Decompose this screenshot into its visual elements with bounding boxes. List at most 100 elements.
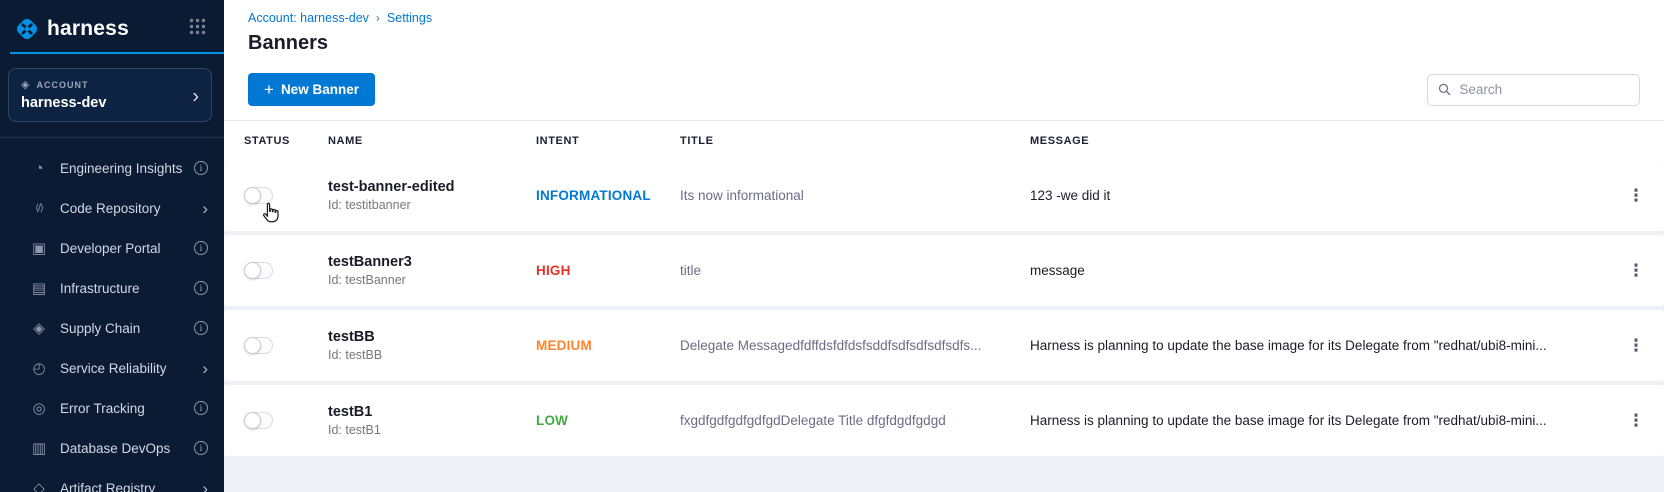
- banners-table: STATUS NAME INTENT TITLE MESSAGE: [224, 120, 1664, 492]
- column-header-status: STATUS: [244, 135, 328, 147]
- banner-name: testBanner3: [328, 254, 536, 270]
- status-toggle[interactable]: [244, 337, 273, 354]
- table-row[interactable]: testBB Id: testBB MEDIUM Delegate Messag…: [224, 310, 1664, 381]
- logo-text: harness: [47, 17, 129, 41]
- sidebar-nav: ◔ Engineering Insights i ⟨/⟩ Code Reposi…: [0, 138, 224, 492]
- name-cell: testBB Id: testBB: [328, 329, 536, 362]
- intent-badge: LOW: [536, 413, 680, 428]
- banner-name: testB1: [328, 404, 536, 420]
- artifact-registry-icon: ◇: [28, 479, 50, 492]
- banner-message: message: [1030, 263, 1608, 278]
- search-input[interactable]: [1459, 82, 1629, 97]
- banner-title: title: [680, 263, 1030, 278]
- toggle-knob: [244, 262, 261, 279]
- status-cell: [244, 262, 328, 279]
- chevron-right-icon: ›: [202, 360, 208, 377]
- sidebar-item-engineering-insights[interactable]: ◔ Engineering Insights i: [0, 148, 224, 188]
- toggle-knob: [244, 412, 261, 429]
- banner-message: 123 -we did it: [1030, 188, 1608, 203]
- banner-title: Its now informational: [680, 188, 1030, 203]
- harness-logo[interactable]: harness: [14, 16, 129, 42]
- sidebar-item-code-repository[interactable]: ⟨/⟩ Code Repository ›: [0, 188, 224, 228]
- page-header: Account: harness-dev › Settings Banners: [224, 0, 1664, 55]
- sidebar-item-error-tracking[interactable]: ◎ Error Tracking i: [0, 388, 224, 428]
- row-menu-kebab-icon[interactable]: ⋮: [1608, 337, 1664, 354]
- info-icon[interactable]: i: [194, 281, 208, 295]
- mouse-cursor-icon: [261, 202, 282, 225]
- brand-accent-line: [10, 52, 224, 54]
- sidebar-item-database-devops[interactable]: ▥ Database DevOps i: [0, 428, 224, 468]
- info-icon[interactable]: i: [194, 401, 208, 415]
- main-content: Account: harness-dev › Settings Banners …: [224, 0, 1664, 492]
- chevron-right-icon: ›: [192, 87, 199, 107]
- infrastructure-icon: ▤: [28, 279, 50, 297]
- info-icon[interactable]: i: [194, 161, 208, 175]
- banner-title: Delegate Messagedfdffdsfdfdsfsddfsdfsdfs…: [680, 338, 1030, 353]
- table-body: test-banner-edited Id: testitbanner INFO…: [224, 160, 1664, 492]
- intent-badge: MEDIUM: [536, 338, 680, 353]
- status-cell: [244, 187, 328, 204]
- toggle-knob: [244, 337, 261, 354]
- status-cell: [244, 412, 328, 429]
- row-menu-kebab-icon[interactable]: ⋮: [1608, 262, 1664, 279]
- row-menu-kebab-icon[interactable]: ⋮: [1608, 187, 1664, 204]
- banner-message: Harness is planning to update the base i…: [1030, 338, 1608, 353]
- account-selector[interactable]: ◈ ACCOUNT harness-dev ›: [8, 68, 212, 122]
- engineering-insights-icon: ◔: [28, 160, 50, 177]
- column-header-name: NAME: [328, 135, 536, 147]
- code-repository-icon: ⟨/⟩: [28, 203, 50, 214]
- info-icon[interactable]: i: [194, 441, 208, 455]
- name-cell: testBanner3 Id: testBanner: [328, 254, 536, 287]
- banner-message: Harness is planning to update the base i…: [1030, 413, 1608, 428]
- table-row[interactable]: test-banner-edited Id: testitbanner INFO…: [224, 160, 1664, 231]
- harness-logo-mark: [14, 16, 40, 42]
- apps-grid-icon[interactable]: [189, 18, 206, 40]
- sidebar-item-service-reliability[interactable]: ◴ Service Reliability ›: [0, 348, 224, 388]
- table-row[interactable]: testB1 Id: testB1 LOW fxgdfgdfgdfgdfgdDe…: [224, 385, 1664, 456]
- toggle-knob: [244, 187, 261, 204]
- name-cell: test-banner-edited Id: testitbanner: [328, 179, 536, 212]
- intent-badge: HIGH: [536, 263, 680, 278]
- row-menu-kebab-icon[interactable]: ⋮: [1608, 412, 1664, 429]
- banner-name: testBB: [328, 329, 536, 345]
- breadcrumb-settings-link[interactable]: Settings: [387, 11, 432, 25]
- sidebar-item-supply-chain[interactable]: ◈ Supply Chain i: [0, 308, 224, 348]
- info-icon[interactable]: i: [194, 321, 208, 335]
- account-name: harness-dev: [21, 95, 199, 111]
- status-toggle[interactable]: [244, 262, 273, 279]
- intent-badge: INFORMATIONAL: [536, 188, 680, 203]
- page-title: Banners: [248, 32, 1640, 55]
- search-icon: [1438, 82, 1451, 97]
- status-toggle[interactable]: [244, 187, 273, 204]
- table-row[interactable]: testBanner3 Id: testBanner HIGH title me…: [224, 235, 1664, 306]
- sidebar-item-infrastructure[interactable]: ▤ Infrastructure i: [0, 268, 224, 308]
- account-icon: ◈: [21, 78, 30, 91]
- service-reliability-icon: ◴: [28, 359, 50, 377]
- banner-id: Id: testBB: [328, 348, 536, 362]
- sidebar-item-developer-portal[interactable]: ▣ Developer Portal i: [0, 228, 224, 268]
- sidebar-item-artifact-registry[interactable]: ◇ Artifact Registry ›: [0, 468, 224, 492]
- breadcrumb: Account: harness-dev › Settings: [248, 11, 1640, 25]
- developer-portal-icon: ▣: [28, 239, 50, 257]
- banner-id: Id: testBanner: [328, 273, 536, 287]
- breadcrumb-account-link[interactable]: Account: harness-dev: [248, 11, 369, 25]
- banner-title: fxgdfgdfgdfgdfgdDelegate Title dfgfdgdfg…: [680, 413, 1030, 428]
- sidebar: harness ◈ ACCOUNT harness-dev ›: [0, 0, 224, 492]
- name-cell: testB1 Id: testB1: [328, 404, 536, 437]
- error-tracking-icon: ◎: [28, 399, 50, 417]
- toolbar: + New Banner: [224, 55, 1664, 120]
- info-icon[interactable]: i: [194, 241, 208, 255]
- search-box: [1427, 74, 1640, 106]
- banner-name: test-banner-edited: [328, 179, 536, 195]
- chevron-right-icon: ›: [202, 200, 208, 217]
- banner-id: Id: testB1: [328, 423, 536, 437]
- supply-chain-icon: ◈: [28, 319, 50, 337]
- column-header-message: MESSAGE: [1030, 135, 1608, 147]
- banner-id: Id: testitbanner: [328, 198, 536, 212]
- status-toggle[interactable]: [244, 412, 273, 429]
- table-header-row: STATUS NAME INTENT TITLE MESSAGE: [224, 121, 1664, 160]
- chevron-right-icon: ›: [202, 480, 208, 492]
- new-banner-button[interactable]: + New Banner: [248, 73, 375, 106]
- status-cell: [244, 337, 328, 354]
- plus-icon: +: [264, 81, 274, 98]
